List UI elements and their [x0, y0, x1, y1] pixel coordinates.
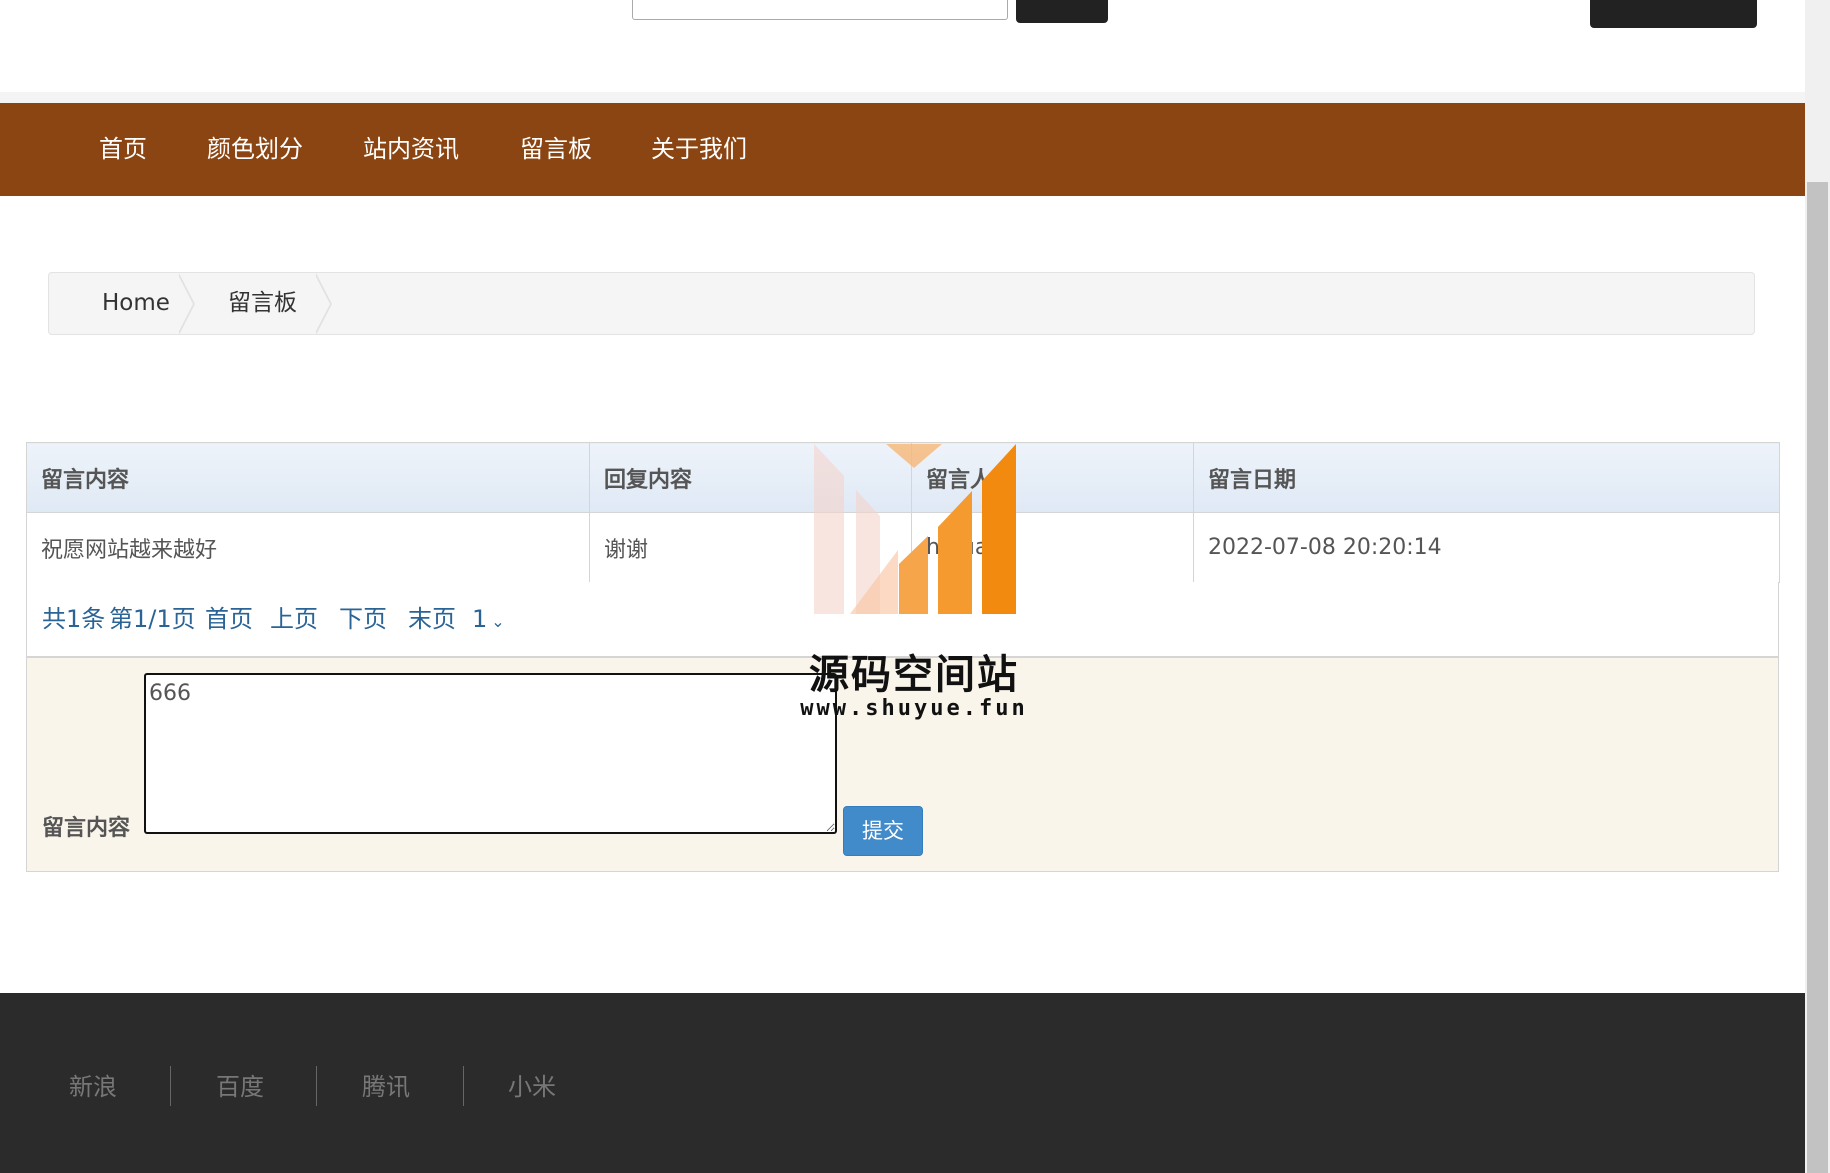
page: 首页 颜色划分 站内资讯 留言板 关于我们 Home 留言板 留言内容 回复内容…	[0, 0, 1805, 1173]
footer: 新浪 百度 腾讯 小米	[0, 993, 1805, 1173]
pager-page-info: 第1/1页	[109, 605, 196, 633]
column-header-reply: 回复内容	[589, 442, 912, 513]
watermark-url: www.shuyue.fun	[800, 696, 1028, 721]
submit-button[interactable]: 提交	[843, 806, 923, 856]
page-select-value: 1	[472, 605, 488, 633]
nav-item-colors[interactable]: 颜色划分	[207, 103, 303, 196]
breadcrumb-separator-inner	[314, 273, 330, 335]
cell-reply: 谢谢	[589, 512, 912, 583]
nav-item-about[interactable]: 关于我们	[651, 103, 747, 196]
search-button[interactable]	[1016, 0, 1108, 23]
breadcrumb: Home 留言板	[48, 272, 1755, 335]
column-header-date: 留言日期	[1193, 442, 1780, 513]
page-select[interactable]: 1 ⌄	[472, 582, 505, 656]
pager-last[interactable]: 末页	[408, 582, 456, 656]
footer-divider	[170, 1066, 171, 1106]
header-action-button[interactable]	[1590, 0, 1757, 28]
pager-first[interactable]: 首页	[205, 582, 253, 656]
breadcrumb-current: 留言板	[228, 290, 297, 316]
footer-link-baidu[interactable]: 百度	[216, 1068, 264, 1106]
cell-date: 2022-07-08 20:20:14	[1193, 512, 1780, 583]
column-header-author: 留言人	[911, 442, 1194, 513]
pager-prev[interactable]: 上页	[270, 582, 318, 656]
message-textarea[interactable]: 666	[144, 673, 837, 834]
scrollbar-thumb[interactable]	[1807, 182, 1828, 1173]
cell-content: 祝愿网站越来越好	[26, 512, 590, 583]
footer-link-xiaomi[interactable]: 小米	[508, 1068, 556, 1106]
nav-item-news[interactable]: 站内资讯	[363, 103, 459, 196]
message-table: 留言内容 回复内容 留言人 留言日期 祝愿网站越来越好 谢谢 hu ua 202…	[26, 442, 1780, 583]
watermark-title: 源码空间站	[809, 652, 1019, 698]
form-label: 留言内容	[42, 816, 131, 841]
search-input[interactable]	[632, 0, 1008, 20]
nav-item-home[interactable]: 首页	[99, 103, 147, 196]
breadcrumb-separator-inner	[177, 273, 193, 335]
pager-next[interactable]: 下页	[339, 582, 387, 656]
chevron-down-icon: ⌄	[491, 612, 505, 631]
cell-author: hu ua	[911, 512, 1194, 583]
footer-link-tencent[interactable]: 腾讯	[362, 1068, 410, 1106]
nav-item-guestbook[interactable]: 留言板	[520, 103, 592, 196]
table-row: 祝愿网站越来越好 谢谢 hu ua 2022-07-08 20:20:14	[26, 512, 1780, 583]
footer-divider	[463, 1066, 464, 1106]
footer-link-sina[interactable]: 新浪	[69, 1068, 117, 1106]
pager-total: 共1条	[42, 605, 106, 633]
main-nav: 首页 颜色划分 站内资讯 留言板 关于我们	[0, 103, 1805, 196]
table-header-row: 留言内容 回复内容 留言人 留言日期	[26, 442, 1780, 513]
breadcrumb-home[interactable]: Home	[102, 273, 170, 334]
footer-divider	[316, 1066, 317, 1106]
column-header-content: 留言内容	[26, 442, 590, 513]
